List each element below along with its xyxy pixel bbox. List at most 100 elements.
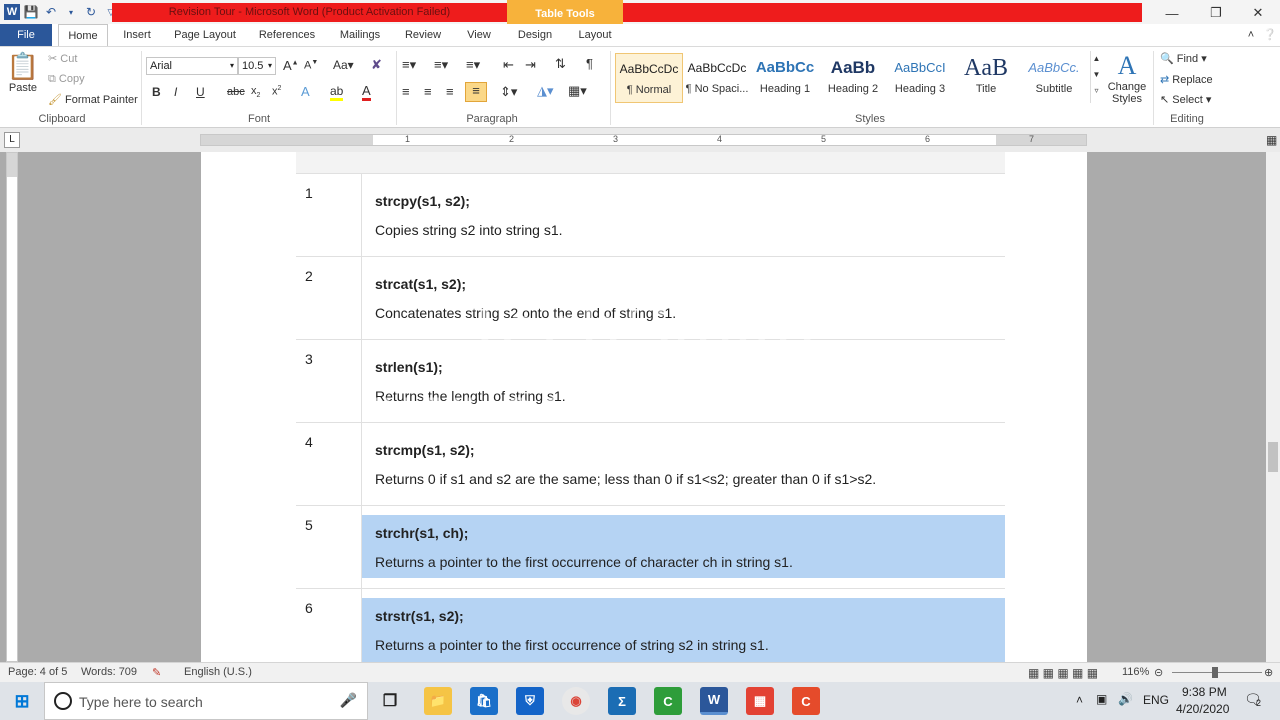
italic-button[interactable]: I	[174, 85, 177, 99]
security-icon[interactable]: ⛨	[516, 687, 544, 715]
help-icon[interactable]: ❔	[1262, 24, 1278, 46]
volume-icon[interactable]: 🔊	[1118, 692, 1133, 706]
tab-file[interactable]: File	[0, 24, 52, 46]
document-canvas[interactable]: 1 strcpy(s1, s2); Copies string s2 into …	[20, 152, 1266, 662]
word-count[interactable]: Words: 709	[81, 666, 137, 678]
word-logo-icon[interactable]: W	[4, 4, 20, 20]
shrink-font-button[interactable]: A▼	[304, 59, 318, 72]
row-content[interactable]: strcpy(s1, s2); Copies string s2 into st…	[362, 174, 1005, 256]
scrollbar-thumb[interactable]	[1268, 442, 1278, 472]
camtasia-icon[interactable]: C	[792, 687, 820, 715]
format-painter-button[interactable]: 🖌 Format Painter	[48, 93, 138, 106]
decrease-indent-icon[interactable]: ⇤	[503, 57, 514, 73]
align-left-icon[interactable]: ≡	[402, 84, 410, 99]
document-page[interactable]: 1 strcpy(s1, s2); Copies string s2 into …	[201, 152, 1087, 662]
align-center-icon[interactable]: ≡	[424, 84, 432, 99]
style-title[interactable]: AaB Title	[952, 53, 1020, 103]
underline-button[interactable]: U	[196, 85, 205, 99]
multi-app-icon[interactable]: ▦	[746, 687, 774, 715]
tab-references[interactable]: References	[254, 24, 320, 46]
row-content-selected[interactable]: strchr(s1, ch); Returns a pointer to the…	[362, 515, 1005, 578]
tab-view[interactable]: View	[460, 24, 498, 46]
zoom-out-icon[interactable]: ⊝	[1154, 666, 1163, 679]
zoom-slider-thumb[interactable]	[1212, 667, 1218, 678]
chrome-icon[interactable]: ◉	[562, 687, 590, 715]
bold-button[interactable]: B	[152, 85, 161, 99]
style-subtitle[interactable]: AaBbCc. Subtitle	[1020, 53, 1088, 103]
camtasia-recorder-icon[interactable]: C	[654, 687, 682, 715]
highlight-icon[interactable]: ab	[330, 84, 344, 101]
language-indicator[interactable]: ENG	[1143, 693, 1169, 707]
microphone-icon[interactable]: 🎤	[340, 692, 357, 709]
grow-font-button[interactable]: A▲	[283, 58, 299, 73]
network-icon[interactable]: ▣	[1096, 692, 1107, 706]
table-row[interactable]: 5 strchr(s1, ch); Returns a pointer to t…	[296, 506, 1005, 589]
redo-icon[interactable]: ↻	[82, 3, 100, 21]
copy-button[interactable]: ⧉ Copy	[48, 73, 85, 86]
table-row[interactable]: 3 strlen(s1); Returns the length of stri…	[296, 340, 1005, 423]
style-no-spacing[interactable]: AaBbCcDc ¶ No Spaci...	[683, 53, 751, 103]
save-icon[interactable]: 💾	[22, 3, 40, 21]
vertical-scrollbar[interactable]	[1266, 152, 1280, 662]
tab-review[interactable]: Review	[400, 24, 446, 46]
view-buttons[interactable]: ▦ ▦ ▦ ▦ ▦	[1028, 666, 1098, 680]
horizontal-ruler[interactable]: 1 2 3 4 5 6 7	[200, 134, 1087, 146]
numbering-icon[interactable]: ≡▾	[434, 57, 448, 73]
table-row[interactable]: 2 strcat(s1, s2); Concatenates string s2…	[296, 257, 1005, 340]
clock-date[interactable]: 4/20/2020	[1176, 702, 1229, 716]
tray-chevron-icon[interactable]: ˄	[1076, 693, 1083, 707]
dropdown-icon[interactable]: ▾	[62, 3, 80, 21]
dev-app-icon[interactable]: Σ	[608, 687, 636, 715]
find-button[interactable]: 🔍 Find ▾	[1160, 52, 1207, 65]
task-view-icon[interactable]: ❐	[376, 687, 404, 715]
borders-icon[interactable]: ▦▾	[568, 83, 587, 99]
style-heading-3[interactable]: AaBbCcI Heading 3	[886, 53, 954, 103]
multilevel-list-icon[interactable]: ≡▾	[466, 57, 480, 73]
view-ruler-icon[interactable]: ▦	[1266, 133, 1277, 147]
replace-button[interactable]: ⇄ Replace	[1160, 73, 1213, 86]
align-right-icon[interactable]: ≡	[446, 84, 454, 99]
minimize-button[interactable]: —	[1150, 0, 1194, 26]
taskbar-search[interactable]: Type here to search 🎤	[44, 682, 368, 720]
string-functions-table[interactable]: 1 strcpy(s1, s2); Copies string s2 into …	[296, 174, 1005, 662]
row-content[interactable]: strcat(s1, s2); Concatenates string s2 o…	[362, 257, 1005, 339]
undo-icon[interactable]: ↶	[42, 3, 60, 21]
font-size-select[interactable]: 10.5 ▾	[238, 57, 276, 75]
table-row[interactable]: 1 strcpy(s1, s2); Copies string s2 into …	[296, 174, 1005, 257]
tab-mailings[interactable]: Mailings	[334, 24, 386, 46]
tab-selector[interactable]: L	[4, 132, 20, 148]
row-content[interactable]: strcmp(s1, s2); Returns 0 if s1 and s2 a…	[362, 423, 1005, 505]
superscript-button[interactable]: x2	[272, 85, 281, 98]
tab-layout[interactable]: Layout	[572, 24, 618, 46]
store-icon[interactable]: 🛍	[470, 687, 498, 715]
zoom-level[interactable]: 116%	[1122, 666, 1149, 678]
table-row[interactable]: 6 strstr(s1, s2); Returns a pointer to t…	[296, 589, 1005, 662]
strikethrough-button[interactable]: abc	[227, 86, 245, 98]
vertical-ruler[interactable]	[6, 152, 18, 662]
select-button[interactable]: ↖ Select ▾	[1160, 93, 1211, 106]
change-styles-button[interactable]: A Change Styles	[1105, 51, 1149, 105]
proofing-icon[interactable]: ✎	[152, 666, 161, 679]
restore-button[interactable]: ❐	[1194, 0, 1238, 26]
bullets-icon[interactable]: ≡▾	[402, 57, 416, 73]
sort-icon[interactable]: ⇅	[555, 56, 566, 72]
font-name-select[interactable]: Arial ▾	[146, 57, 238, 75]
cut-button[interactable]: ✂ Cut	[48, 52, 77, 65]
text-effects-icon[interactable]: A	[301, 84, 310, 99]
change-case-button[interactable]: Aa▾	[333, 58, 354, 72]
clear-formatting-icon[interactable]: ✘	[371, 57, 382, 73]
show-formatting-icon[interactable]: ¶	[586, 56, 593, 71]
collapse-ribbon-icon[interactable]: ˄	[1244, 24, 1258, 46]
word-taskbar-icon[interactable]: W	[700, 687, 728, 715]
clock-time[interactable]: 9:38 PM	[1182, 685, 1227, 699]
tab-insert[interactable]: Insert	[114, 24, 160, 46]
style-normal[interactable]: AaBbCcDc ¶ Normal	[615, 53, 683, 103]
shading-icon[interactable]: ◮▾	[537, 83, 554, 99]
styles-scroll[interactable]: ▲ ▼ ▿	[1090, 51, 1102, 103]
style-heading-1[interactable]: AaBbCc Heading 1	[751, 53, 819, 103]
increase-indent-icon[interactable]: ⇥	[525, 57, 536, 73]
table-row[interactable]: 4 strcmp(s1, s2); Returns 0 if s1 and s2…	[296, 423, 1005, 506]
windows-start-icon[interactable]: ⊞	[8, 687, 36, 715]
file-explorer-icon[interactable]: 📁	[424, 687, 452, 715]
close-button[interactable]: ✕	[1236, 0, 1280, 26]
